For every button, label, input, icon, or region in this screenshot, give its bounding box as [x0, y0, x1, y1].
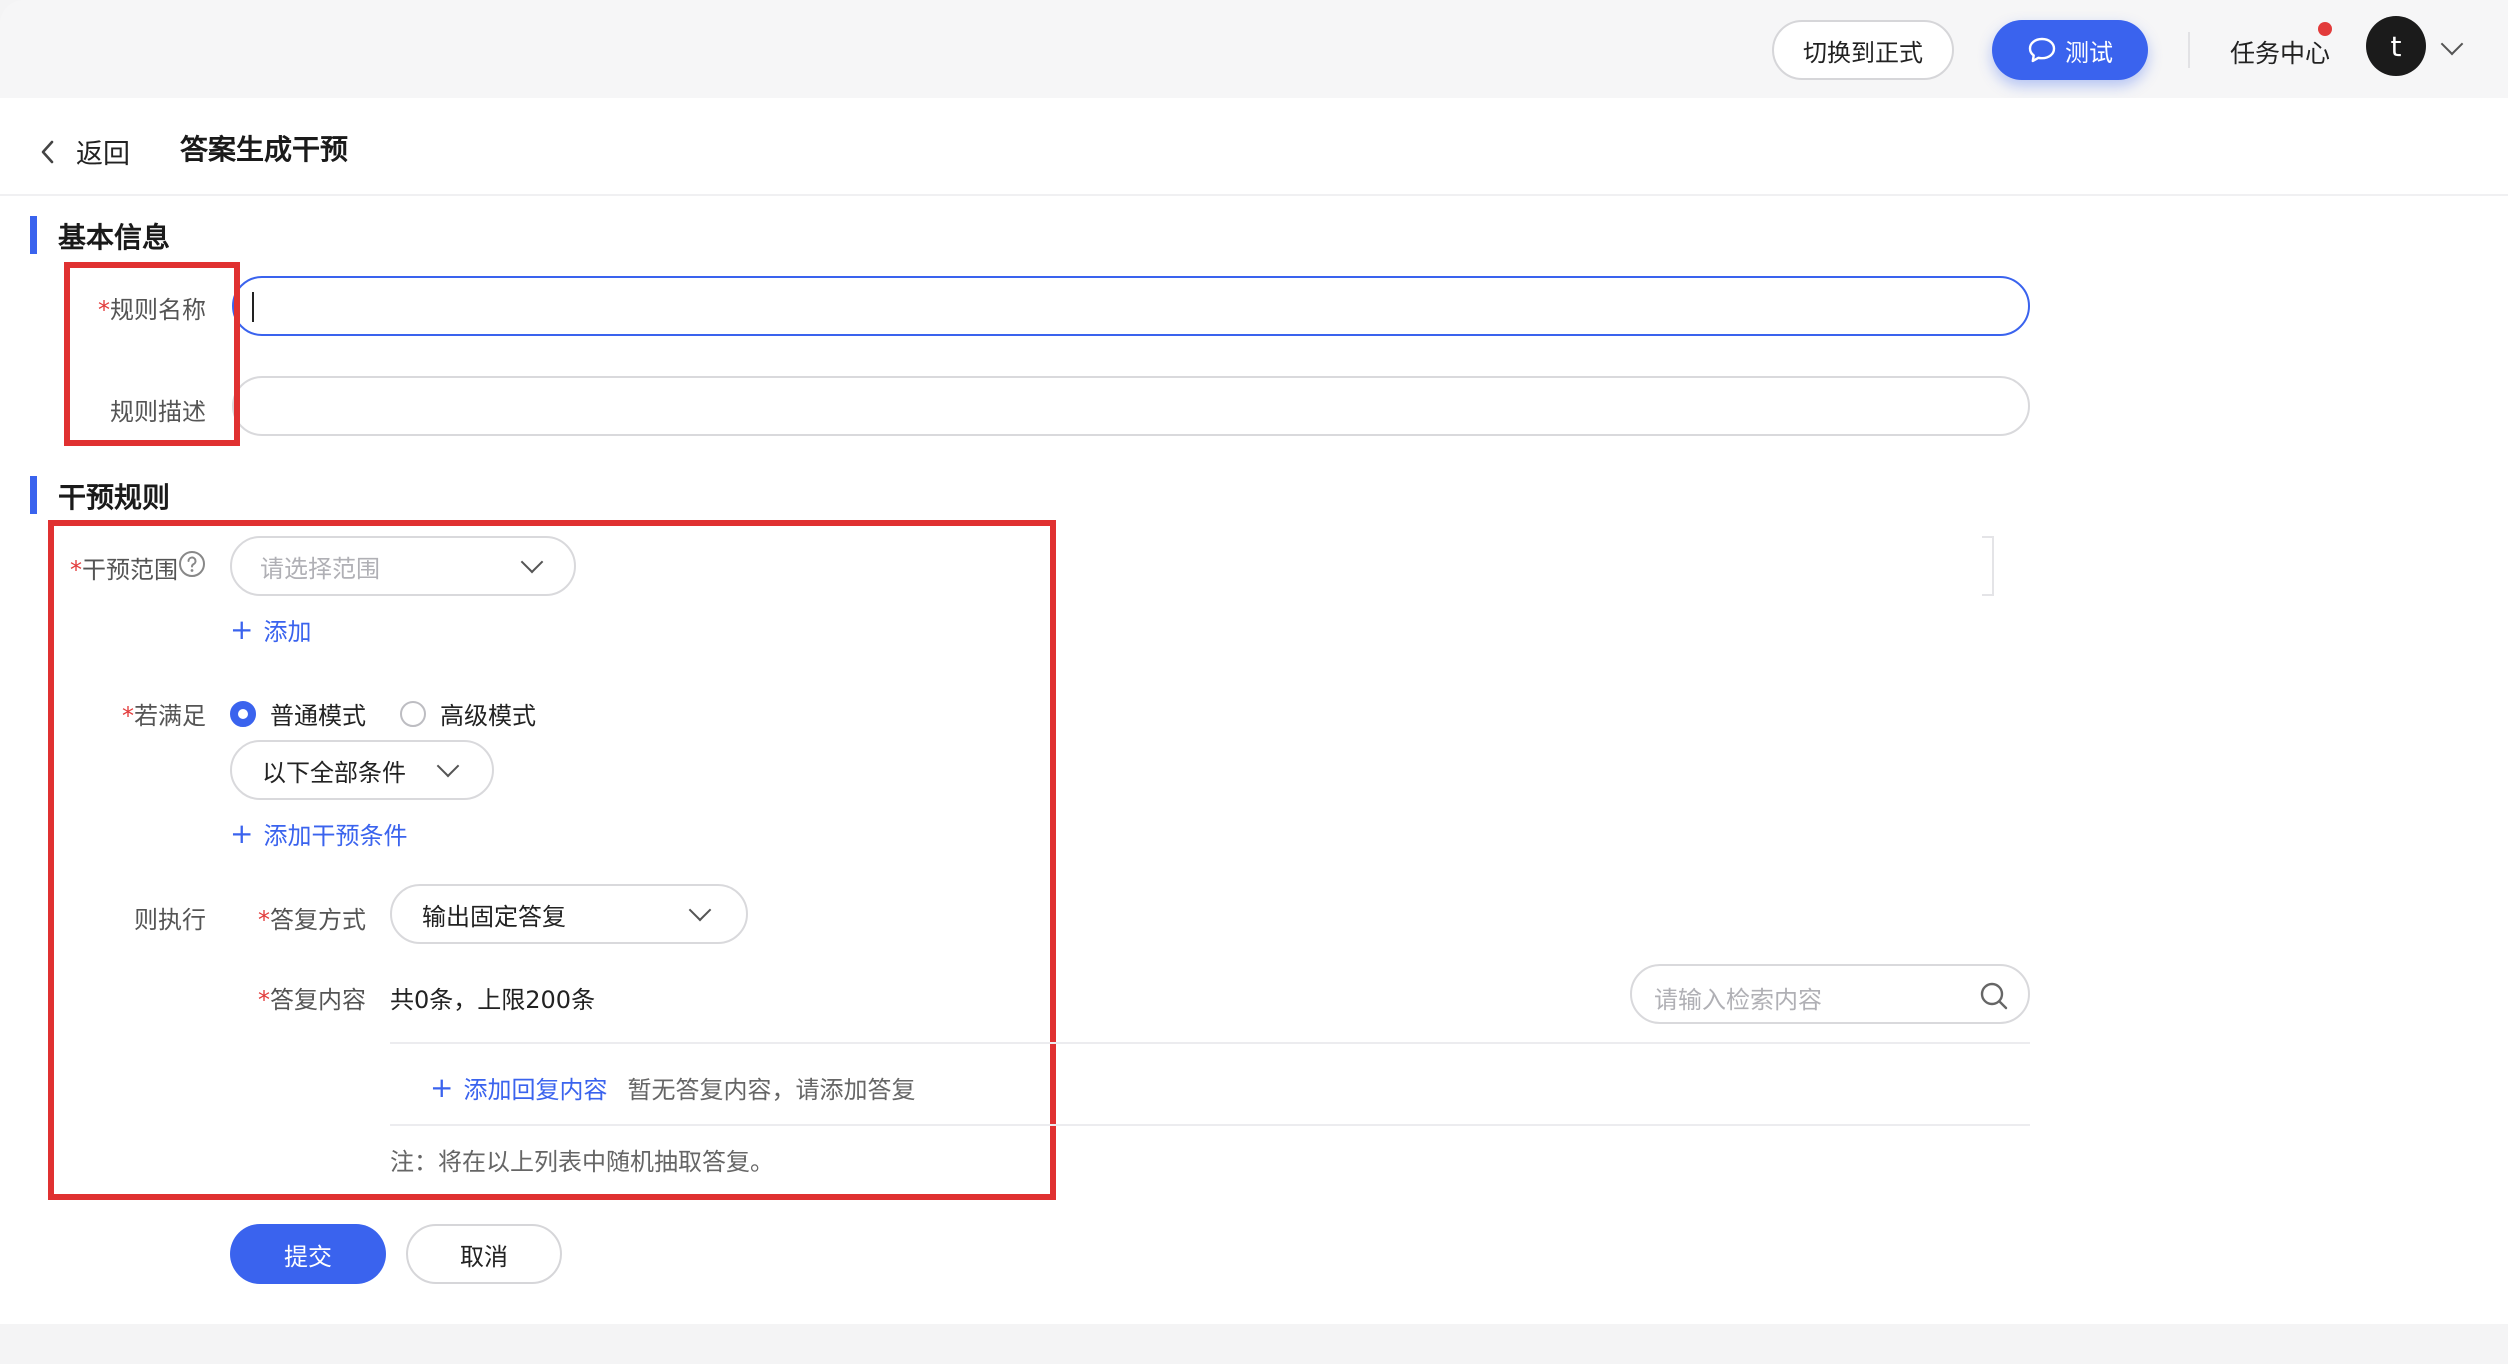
required-mark: * [258, 986, 270, 1014]
section-title-basic-info: 基本信息 [58, 221, 171, 254]
reply-list-top-divider [390, 1042, 2030, 1044]
reply-content-label: *答复内容 [240, 980, 366, 1015]
empty-reply-text: 暂无答复内容，请添加答复 [627, 1076, 916, 1104]
rule-desc-input[interactable] [232, 376, 2030, 436]
chevron-down-icon [520, 550, 544, 574]
add-condition-link[interactable]: + 添加干预条件 [230, 816, 407, 851]
reply-method-label-text: 答复方式 [270, 906, 366, 934]
scope-side-bracket [1982, 536, 1994, 596]
chat-bubble-icon [2028, 37, 2056, 63]
reply-list-bottom-divider [390, 1124, 2030, 1126]
page-title: 答案生成干预 [180, 133, 349, 166]
notification-dot [2318, 22, 2332, 36]
scope-label-text: 干预范围 [82, 556, 178, 584]
plus-icon: + [230, 816, 254, 850]
add-condition-label: 添加干预条件 [263, 822, 408, 850]
reply-empty-row: + 添加回复内容 暂无答复内容，请添加答复 [430, 1070, 915, 1105]
reply-search-input[interactable]: 请输入检索内容 [1630, 964, 2030, 1024]
condition-label-text: 若满足 [134, 702, 206, 730]
reply-method-label: *答复方式 [240, 900, 366, 935]
section-title-intervention: 干预规则 [58, 481, 171, 514]
add-scope-label: 添加 [263, 618, 312, 646]
note-text: 注：将在以上列表中随机抽取答复。 [390, 1148, 774, 1176]
add-reply-link[interactable]: + 添加回复内容 [430, 1070, 607, 1105]
radio-unchecked-icon [400, 700, 426, 727]
reply-search-placeholder: 请输入检索内容 [1654, 986, 1822, 1014]
mode-normal-radio[interactable]: 普通模式 [230, 696, 366, 731]
avatar[interactable]: t [2366, 16, 2426, 76]
radio-checked-icon [230, 700, 256, 727]
back-label: 返回 [76, 139, 130, 170]
switch-to-production-label: 切换到正式 [1803, 38, 1923, 67]
condition-match-value: 以下全部条件 [262, 758, 406, 787]
test-button[interactable]: 测试 [1992, 20, 2148, 80]
rule-name-input[interactable] [232, 276, 2030, 336]
header-divider [0, 194, 2508, 196]
reply-count: 共0条，上限200条 [390, 986, 596, 1014]
search-icon[interactable] [1978, 980, 2010, 1012]
chevron-left-icon [41, 140, 54, 163]
chevron-down-icon [688, 898, 712, 922]
condition-match-select[interactable]: 以下全部条件 [230, 740, 494, 800]
highlight-box-basic-labels [64, 262, 240, 446]
plus-icon: + [230, 612, 254, 646]
mode-advanced-label: 高级模式 [440, 702, 536, 730]
back-link[interactable]: 返回 [38, 132, 130, 171]
add-reply-label: 添加回复内容 [463, 1076, 608, 1104]
help-icon[interactable] [178, 550, 206, 578]
submit-button[interactable]: 提交 [230, 1224, 386, 1284]
required-mark: * [70, 556, 82, 584]
reply-content-label-text: 答复内容 [270, 986, 366, 1014]
submit-label: 提交 [284, 1242, 332, 1271]
execute-label: 则执行 [134, 906, 206, 934]
reply-method-value: 输出固定答复 [422, 902, 566, 931]
required-mark: * [122, 702, 134, 730]
scope-label: *干预范围 [60, 550, 178, 585]
mode-normal-label: 普通模式 [270, 702, 366, 730]
topbar-divider [2188, 32, 2190, 68]
reply-method-select[interactable]: 输出固定答复 [390, 884, 748, 944]
cancel-label: 取消 [460, 1242, 508, 1271]
plus-icon: + [430, 1070, 454, 1104]
task-center-link[interactable]: 任务中心 [2230, 34, 2330, 70]
mode-advanced-radio[interactable]: 高级模式 [400, 696, 536, 731]
section-marker [30, 476, 37, 514]
section-marker [30, 216, 37, 254]
required-mark: * [258, 906, 270, 934]
switch-to-production-button[interactable]: 切换到正式 [1772, 20, 1954, 80]
cancel-button[interactable]: 取消 [406, 1224, 562, 1284]
scope-placeholder: 请选择范围 [260, 554, 380, 583]
avatar-letter: t [2390, 29, 2402, 63]
condition-label: *若满足 [60, 696, 206, 731]
add-scope-link[interactable]: + 添加 [230, 612, 311, 647]
text-cursor [252, 292, 254, 322]
chevron-down-icon [436, 754, 460, 778]
scope-select[interactable]: 请选择范围 [230, 536, 576, 596]
test-label: 测试 [2065, 38, 2113, 67]
